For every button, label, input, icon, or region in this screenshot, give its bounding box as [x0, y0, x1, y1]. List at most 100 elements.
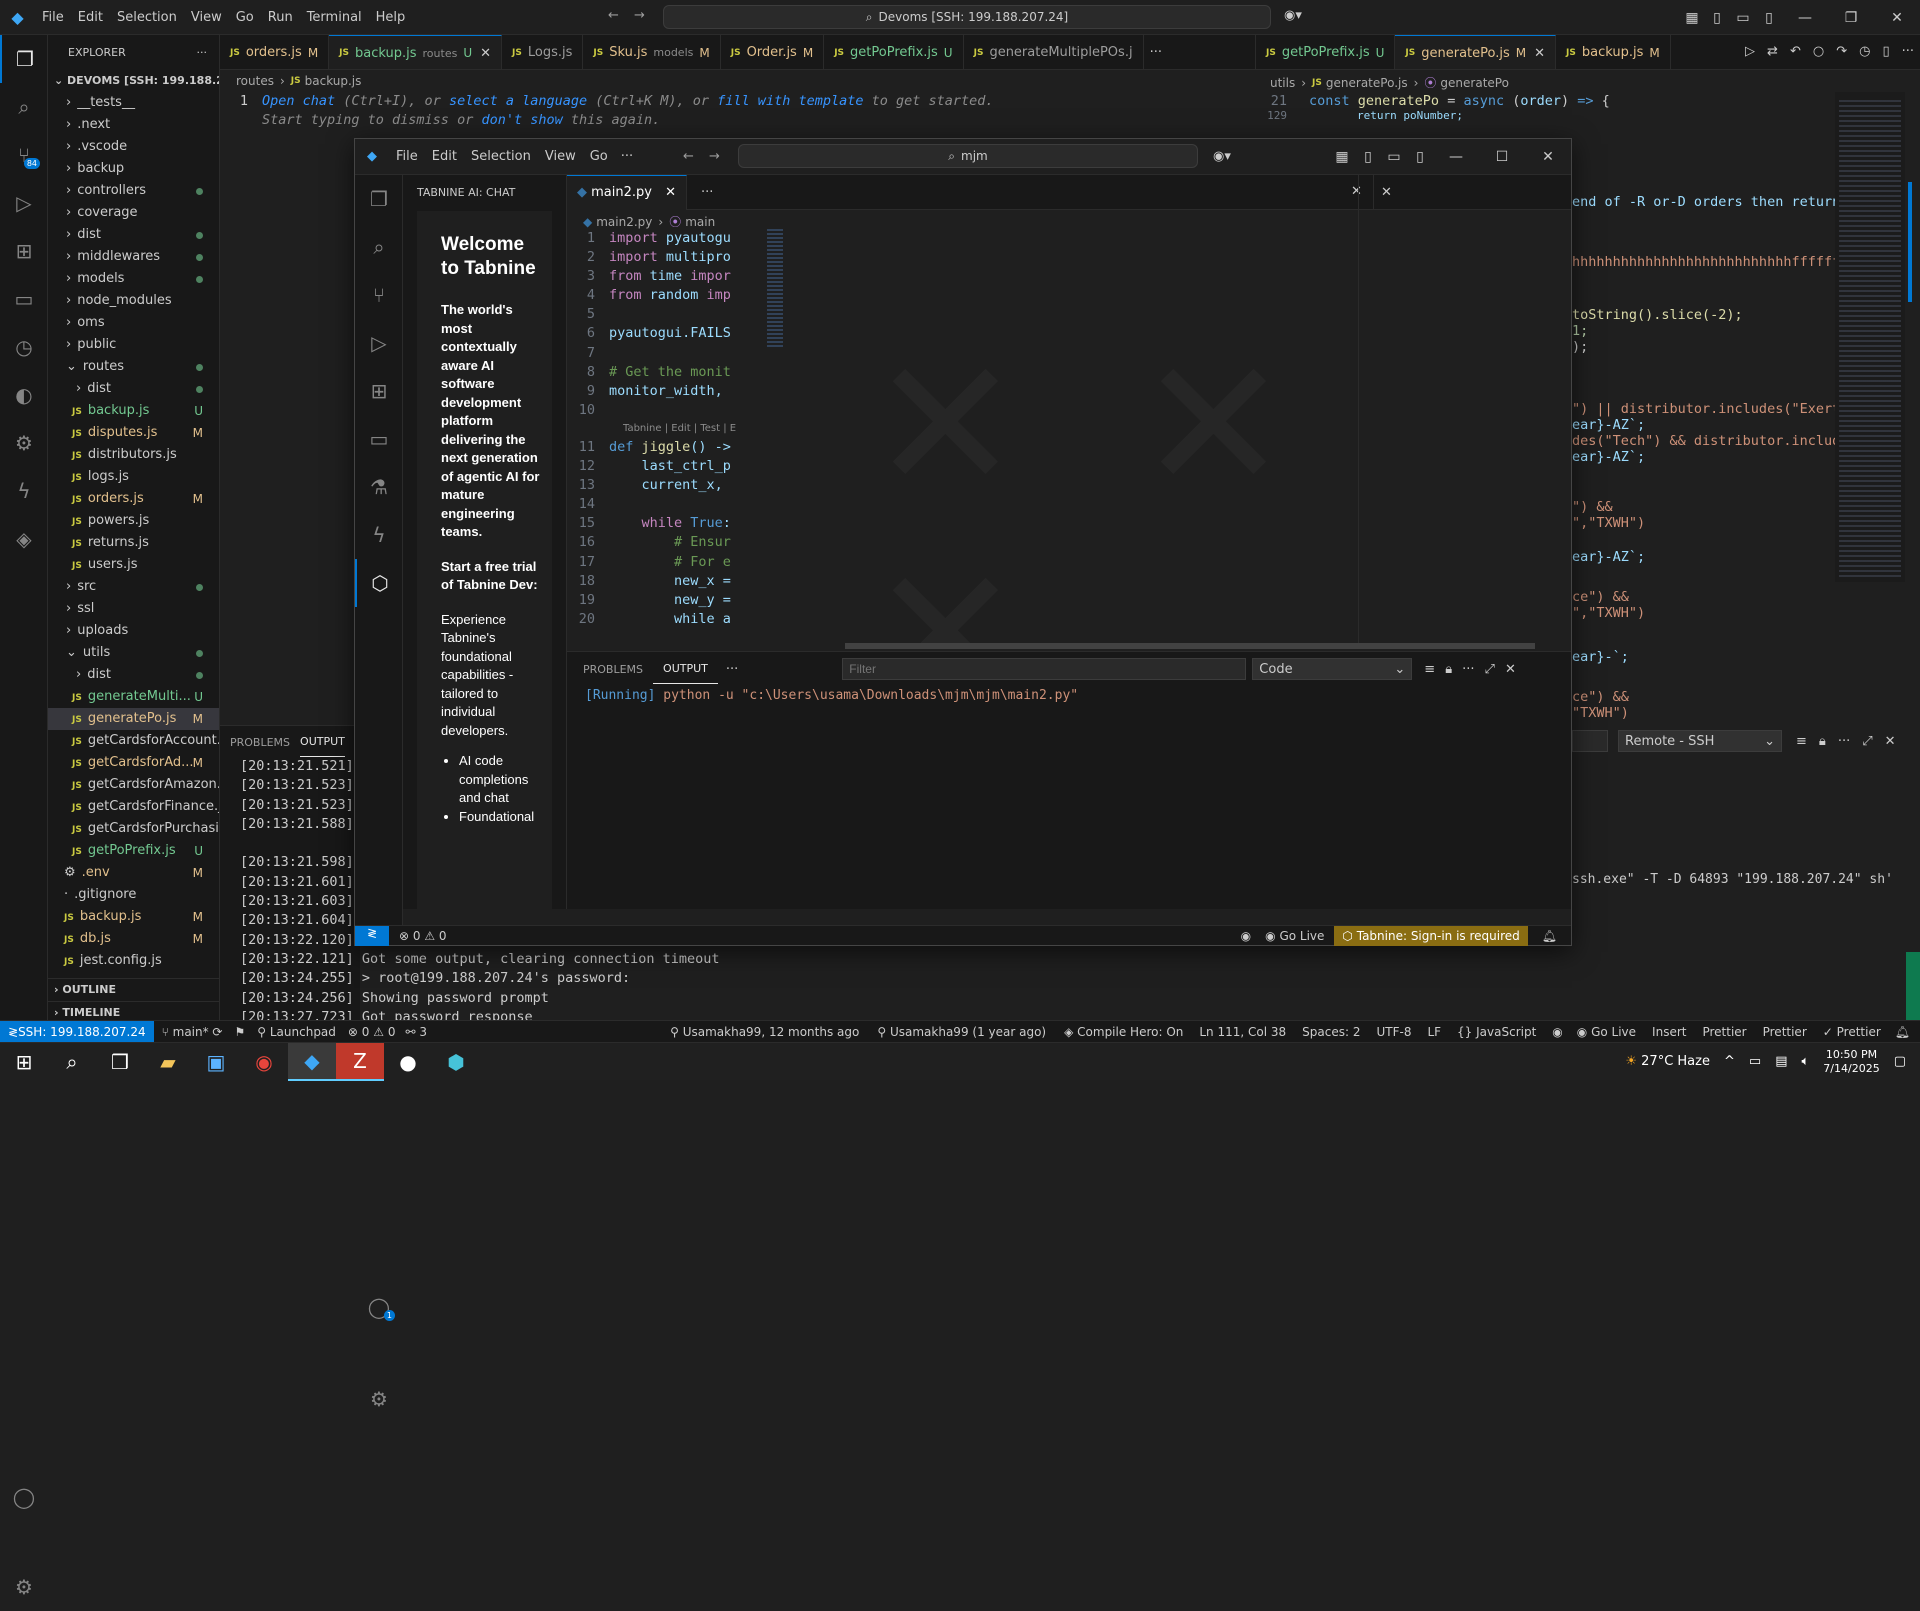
weather-status[interactable]: ☀ 27°C Haze — [1625, 1054, 1710, 1069]
file-explorer-icon[interactable]: ▰ — [144, 1043, 192, 1081]
editor-tab[interactable]: JS backup.js routes U ✕ — [329, 35, 503, 69]
menu-go[interactable]: Go — [229, 0, 261, 35]
close-group-icon[interactable]: ✕ — [1381, 185, 1392, 200]
layout-toggle-icon[interactable]: ▦ — [1680, 0, 1704, 35]
editor-tab[interactable]: JS backup.js M — [1556, 35, 1671, 69]
menu-file[interactable]: File — [389, 139, 425, 175]
tree-file[interactable]: JS jest.config.js — [48, 950, 219, 972]
close-tab-icon[interactable]: ✕ — [665, 185, 676, 200]
tree-file[interactable]: JS generatePo.js M — [48, 708, 219, 730]
tree-file[interactable]: JS getCardsforAccount.js — [48, 730, 219, 752]
horizontal-scrollbar[interactable] — [567, 643, 1571, 651]
volume-icon[interactable]: 🔈︎ — [1801, 1054, 1809, 1069]
copilot-icon[interactable]: ◉▾ — [1213, 149, 1231, 164]
toggle-sidebar-icon[interactable]: ▯ — [1704, 0, 1730, 35]
tree-file[interactable]: JS db.js M — [48, 928, 219, 950]
back-arrow-icon[interactable]: ← — [683, 149, 694, 164]
tree-folder[interactable]: › .vscode — [48, 136, 219, 158]
tree-file[interactable]: JS getCardsforFinance.js — [48, 796, 219, 818]
breadcrumb-file[interactable]: backup.js — [305, 74, 362, 88]
tree-file[interactable]: ⚙ .env M — [48, 862, 219, 884]
python-icon[interactable]: ◈ — [0, 515, 48, 563]
blame-status[interactable]: ⚲ Usamakha99, 12 months ago — [670, 1025, 859, 1039]
overlay-minimap[interactable] — [767, 229, 783, 349]
layout-toggle-icon[interactable]: ▦ — [1329, 139, 1355, 174]
run-icon[interactable]: ▷ — [1745, 44, 1755, 59]
scrollbar[interactable] — [1905, 92, 1920, 582]
tree-file[interactable]: · .gitignore — [48, 884, 219, 906]
tree-folder[interactable]: › models — [48, 268, 219, 290]
more-actions-icon[interactable]: ··· — [197, 35, 208, 70]
close-window-button[interactable]: ✕ — [1874, 0, 1920, 35]
encoding-status[interactable]: UTF-8 — [1376, 1025, 1411, 1039]
tree-file[interactable]: JS backup.js M — [48, 906, 219, 928]
close-panel-icon[interactable]: ✕ — [1505, 662, 1516, 677]
hint-link[interactable]: select a language — [449, 93, 587, 109]
copilot-icon[interactable]: ◉▾ — [1284, 8, 1302, 23]
breadcrumb-symbol[interactable]: main — [685, 215, 715, 229]
sync-icon[interactable]: ⚑ — [234, 1025, 245, 1039]
tree-folder[interactable]: › node_modules — [48, 290, 219, 312]
menu-run[interactable]: Run — [261, 0, 300, 35]
output-channel-select[interactable]: Remote - SSH ⌄ — [1618, 730, 1782, 752]
split-editor-icon[interactable]: ▯ — [1882, 44, 1889, 59]
tabnine-status[interactable]: ⬡ Tabnine: Sign-in is required — [1334, 925, 1528, 946]
problems-tab[interactable]: PROBLEMS — [230, 725, 300, 760]
right-editor[interactable]: 21 const generatePo = async (order) => { … — [1255, 92, 1835, 121]
problems-status[interactable]: ⊗ 0 ⚠ 0 — [399, 929, 447, 943]
cursor-position[interactable]: Ln 111, Col 38 — [1199, 1025, 1286, 1039]
branch-status[interactable]: ⑂ main* ⟳ — [162, 1025, 223, 1039]
menu-selection[interactable]: Selection — [110, 0, 184, 35]
more-actions-icon[interactable]: ··· — [1902, 44, 1914, 59]
lock-icon[interactable]: 🔒︎ — [1819, 734, 1826, 749]
task-view-icon[interactable]: ❒ — [96, 1043, 144, 1081]
eol-status[interactable]: LF — [1427, 1025, 1441, 1039]
close-group-icon[interactable]: ✕ — [1351, 184, 1362, 199]
battery-icon[interactable]: ▭ — [1749, 1054, 1761, 1069]
tree-file[interactable]: JS returns.js — [48, 532, 219, 554]
tree-file[interactable]: JS powers.js — [48, 510, 219, 532]
settings-gear-icon[interactable]: ⚙ — [355, 1375, 403, 1423]
editor-tab[interactable]: JS generatePo.js M ✕ — [1395, 35, 1557, 69]
tree-folder[interactable]: › controllers — [48, 180, 219, 202]
editor-tab[interactable]: JS generateMultiplePOs.j — [964, 35, 1144, 69]
problems-status[interactable]: ⊗ 0 ⚠ 0 — [348, 1025, 396, 1039]
menu-go[interactable]: Go — [583, 139, 615, 175]
next-change-icon[interactable]: ↷ — [1836, 44, 1847, 59]
lightning-icon[interactable]: ϟ — [0, 467, 48, 515]
notification-center-icon[interactable]: ▢ — [1894, 1054, 1906, 1069]
menu-view[interactable]: View — [184, 0, 229, 35]
remote-indicator-icon[interactable]: ≷ — [355, 925, 389, 946]
notifications-bell-icon[interactable]: 🔔︎ — [1895, 1025, 1910, 1039]
menu-edit[interactable]: Edit — [425, 139, 464, 175]
minimize-button[interactable]: — — [1433, 139, 1479, 174]
tree-folder[interactable]: › uploads — [48, 620, 219, 642]
forward-arrow-icon[interactable]: → — [709, 149, 720, 164]
tree-file[interactable]: JS distributors.js — [48, 444, 219, 466]
close-tab-icon[interactable]: ✕ — [480, 46, 491, 61]
gitlens-icon[interactable]: ◐ — [0, 371, 48, 419]
account-icon[interactable]: ◯ — [0, 1473, 48, 1521]
windows-start-icon[interactable]: ⊞ — [0, 1043, 48, 1081]
git-history-icon[interactable]: ◷ — [0, 323, 48, 371]
more-actions-icon[interactable]: ··· — [726, 662, 738, 677]
source-control-icon[interactable]: ⑂ — [355, 271, 403, 319]
editor-tab[interactable]: JS orders.js M — [220, 35, 330, 69]
explorer-icon[interactable]: ❐ — [0, 35, 48, 83]
tree-file[interactable]: JS backup.js U — [48, 400, 219, 422]
account-icon[interactable]: ◯ 1 — [355, 1283, 403, 1331]
go-live-status[interactable]: ◉ Go Live — [1265, 929, 1324, 943]
tree-folder[interactable]: › .next — [48, 114, 219, 136]
compare-icon[interactable]: ⇄ — [1767, 44, 1778, 59]
forward-arrow-icon[interactable]: → — [634, 8, 645, 23]
vscode-taskbar-icon[interactable]: ◆ — [288, 1042, 336, 1081]
restore-button[interactable]: ☐ — [1479, 139, 1525, 174]
extensions-icon[interactable]: ⊞ — [0, 227, 48, 275]
tree-folder[interactable]: › ssl — [48, 598, 219, 620]
compile-hero-status[interactable]: ◈ Compile Hero: On — [1064, 1025, 1183, 1039]
tree-file[interactable]: JS disputes.js M — [48, 422, 219, 444]
zoom-icon[interactable]: Z — [336, 1042, 384, 1081]
tree-file[interactable]: JS generateMulti... U — [48, 686, 219, 708]
indentation-status[interactable]: Spaces: 2 — [1302, 1025, 1360, 1039]
circle-icon[interactable]: ○ — [1813, 44, 1824, 59]
